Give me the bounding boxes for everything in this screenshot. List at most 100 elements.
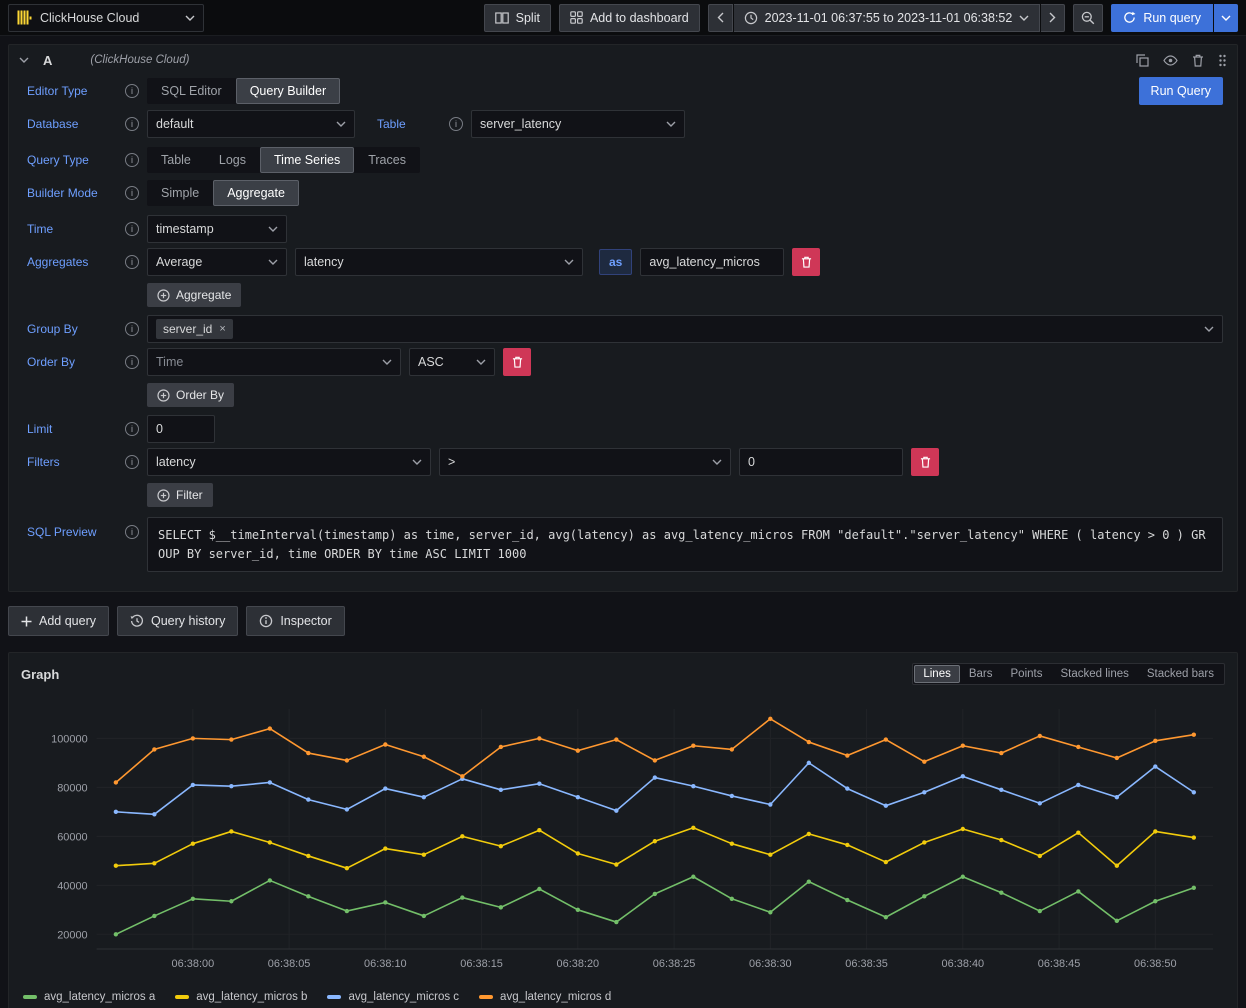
legend-label: avg_latency_micros b — [196, 991, 307, 1003]
inspector-button[interactable]: Inspector — [246, 606, 344, 636]
add-aggregate-button[interactable]: Aggregate — [147, 283, 241, 307]
time-shift-back-button[interactable] — [708, 4, 733, 32]
run-query-split-button: Run query — [1111, 4, 1238, 32]
chevron-down-icon — [185, 15, 195, 21]
time-label: Timei — [27, 222, 139, 236]
table-select[interactable]: server_latency — [471, 110, 685, 138]
group-by-tag[interactable]: server_id × — [156, 319, 233, 339]
builder-mode-label: Builder Modei — [27, 186, 139, 200]
legend-item[interactable]: avg_latency_micros c — [327, 991, 459, 1003]
query-ref-id[interactable]: A — [43, 53, 52, 68]
chevron-down-icon — [564, 259, 574, 265]
svg-text:40000: 40000 — [57, 880, 87, 892]
group-by-select[interactable]: server_id × — [147, 315, 1223, 343]
query-type-time-series[interactable]: Time Series — [260, 147, 354, 173]
graph-mode-bars[interactable]: Bars — [960, 665, 1002, 683]
query-type-traces[interactable]: Traces — [354, 147, 420, 173]
run-query-button[interactable]: Run query — [1111, 4, 1213, 32]
trash-icon — [920, 456, 931, 468]
svg-text:06:38:00: 06:38:00 — [172, 958, 215, 970]
legend-color-swatch — [23, 995, 37, 999]
legend-label: avg_latency_micros a — [44, 991, 155, 1003]
add-filter-button[interactable]: Filter — [147, 483, 213, 507]
svg-text:06:38:50: 06:38:50 — [1134, 958, 1177, 970]
info-icon[interactable]: i — [125, 117, 139, 131]
aggregate-column-select[interactable]: latency — [295, 248, 583, 276]
database-select[interactable]: default — [147, 110, 355, 138]
remove-aggregate-button[interactable] — [792, 248, 820, 276]
trash-icon — [512, 356, 523, 368]
info-icon[interactable]: i — [125, 222, 139, 236]
order-by-field-select[interactable]: Time — [147, 348, 401, 376]
graph-mode-lines[interactable]: Lines — [914, 665, 960, 683]
legend-label: avg_latency_micros d — [500, 991, 611, 1003]
history-icon — [130, 614, 144, 628]
info-icon[interactable]: i — [125, 355, 139, 369]
collapse-chevron-icon[interactable] — [19, 57, 29, 63]
query-history-button[interactable]: Query history — [117, 606, 238, 636]
info-icon[interactable]: i — [125, 455, 139, 469]
database-label: Databasei — [27, 117, 139, 131]
add-order-by-button[interactable]: Order By — [147, 383, 234, 407]
limit-input[interactable] — [147, 415, 215, 443]
split-button[interactable]: Split — [484, 4, 551, 32]
hide-response-eye-icon[interactable] — [1163, 55, 1178, 66]
legend-item[interactable]: avg_latency_micros d — [479, 991, 611, 1003]
remove-query-trash-icon[interactable] — [1192, 54, 1204, 67]
graph-mode-stacked-bars[interactable]: Stacked bars — [1138, 665, 1223, 683]
run-query-panel-button[interactable]: Run Query — [1139, 77, 1223, 105]
datasource-picker[interactable]: ClickHouse Cloud — [8, 4, 204, 32]
info-icon[interactable]: i — [125, 422, 139, 436]
info-icon[interactable]: i — [125, 322, 139, 336]
drag-handle-grip-icon[interactable] — [1218, 54, 1227, 67]
time-column-select[interactable]: timestamp — [147, 215, 287, 243]
builder-mode-aggregate[interactable]: Aggregate — [213, 180, 299, 206]
query-builder-option[interactable]: Query Builder — [236, 78, 340, 104]
duplicate-query-icon[interactable] — [1136, 54, 1149, 67]
filters-label: Filtersi — [27, 455, 139, 469]
svg-text:80000: 80000 — [57, 783, 87, 795]
filter-value-input[interactable] — [739, 448, 903, 476]
filter-operator-select[interactable]: > — [439, 448, 731, 476]
query-type-label: Query Typei — [27, 153, 139, 167]
time-picker: 2023-11-01 06:37:55 to 2023-11-01 06:38:… — [708, 4, 1066, 32]
query-type-logs[interactable]: Logs — [205, 147, 260, 173]
run-query-caret[interactable] — [1214, 4, 1238, 32]
sql-editor-option[interactable]: SQL Editor — [147, 78, 236, 104]
add-query-button[interactable]: Add query — [8, 606, 109, 636]
latency-time-series-chart[interactable]: 06:38:0006:38:0506:38:1006:38:1506:38:20… — [19, 695, 1227, 987]
time-range-button[interactable]: 2023-11-01 06:37:55 to 2023-11-01 06:38:… — [734, 4, 1041, 32]
legend-item[interactable]: avg_latency_micros b — [175, 991, 307, 1003]
info-icon[interactable]: i — [125, 525, 139, 539]
query-footer-actions: Add query Query history Inspector — [8, 606, 1238, 636]
remove-filter-button[interactable] — [911, 448, 939, 476]
legend-color-swatch — [175, 995, 189, 999]
time-shift-forward-button[interactable] — [1041, 4, 1065, 32]
graph-mode-points[interactable]: Points — [1002, 665, 1052, 683]
info-icon[interactable]: i — [125, 84, 139, 98]
legend-color-swatch — [327, 995, 341, 999]
aggregate-function-select[interactable]: Average — [147, 248, 287, 276]
info-icon[interactable]: i — [125, 153, 139, 167]
remove-tag-icon[interactable]: × — [219, 323, 225, 335]
graph-panel: Graph Lines Bars Points Stacked lines St… — [8, 652, 1238, 1008]
graph-mode-stacked-lines[interactable]: Stacked lines — [1051, 665, 1137, 683]
info-icon[interactable]: i — [125, 255, 139, 269]
builder-mode-simple[interactable]: Simple — [147, 180, 213, 206]
filter-field-select[interactable]: latency — [147, 448, 431, 476]
remove-order-by-button[interactable] — [503, 348, 531, 376]
query-type-table[interactable]: Table — [147, 147, 205, 173]
add-to-dashboard-button[interactable]: Add to dashboard — [559, 4, 700, 32]
legend-item[interactable]: avg_latency_micros a — [23, 991, 155, 1003]
chevron-down-icon — [666, 121, 676, 127]
chevron-down-icon — [336, 121, 346, 127]
chevron-down-icon — [268, 226, 278, 232]
aggregate-alias-input[interactable] — [640, 248, 784, 276]
order-by-direction-select[interactable]: ASC — [409, 348, 495, 376]
info-icon[interactable]: i — [449, 117, 463, 131]
zoom-out-button[interactable] — [1073, 4, 1103, 32]
legend-color-swatch — [479, 995, 493, 999]
graph-panel-title: Graph — [21, 667, 59, 682]
info-icon[interactable]: i — [125, 186, 139, 200]
editor-type-label: Editor Typei — [27, 84, 139, 98]
